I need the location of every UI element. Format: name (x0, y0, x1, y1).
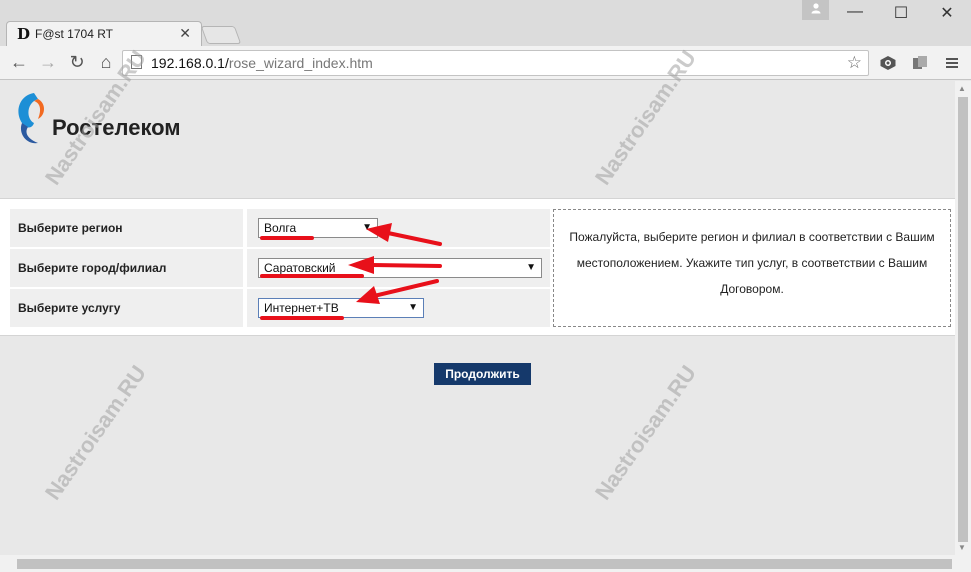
service-select-value: Интернет+ТВ (264, 301, 339, 315)
tab-close-icon[interactable]: ✕ (179, 25, 191, 42)
vertical-scrollbar[interactable]: ▲ ▼ (955, 81, 971, 555)
service-select[interactable]: Интернет+ТВ ▼ (258, 298, 424, 318)
back-arrow-icon[interactable]: ← (8, 52, 30, 73)
rostelecom-swirl-icon (18, 93, 44, 144)
region-select[interactable]: Волга ▼ (258, 218, 378, 238)
service-label: Выберите услугу (10, 289, 243, 327)
region-row: Выберите регион Волга ▼ (10, 209, 550, 247)
window-close-button[interactable]: ✕ (927, 3, 967, 23)
address-bar[interactable]: 192.168.0.1/rose_wizard_index.htm ☆ (122, 50, 869, 76)
tab-title: F@st 1704 RT (35, 27, 113, 41)
scroll-down-icon[interactable]: ▼ (958, 543, 966, 552)
service-row: Выберите услугу Интернет+ТВ ▼ (10, 289, 550, 327)
horizontal-scrollbar[interactable] (0, 555, 971, 572)
bookmark-star-icon[interactable]: ☆ (847, 53, 862, 73)
forward-arrow-icon[interactable]: → (37, 52, 59, 73)
scroll-up-icon[interactable]: ▲ (958, 84, 966, 93)
city-select[interactable]: Саратовский ▼ (258, 258, 542, 278)
city-label: Выберите город/филиал (10, 249, 243, 287)
extension-icon[interactable] (911, 55, 929, 71)
region-label: Выберите регион (10, 209, 243, 247)
region-select-value: Волга (264, 221, 297, 235)
menu-hamburger-icon[interactable] (943, 55, 961, 71)
reload-icon[interactable]: ↻ (66, 52, 88, 73)
dropdown-arrow-icon: ▼ (526, 262, 536, 273)
dropdown-arrow-icon: ▼ (362, 222, 372, 233)
new-tab-button[interactable] (200, 26, 242, 44)
url-host: 192.168.0.1/ (151, 55, 229, 71)
minimize-button[interactable]: — (835, 3, 875, 21)
dropdown-arrow-icon: ▼ (408, 302, 418, 313)
page-content: Ростелеком Выберите регион Волга ▼ Выбер… (0, 81, 955, 555)
vertical-scroll-thumb[interactable] (958, 97, 968, 542)
person-icon[interactable] (802, 0, 829, 20)
wizard-form-panel: Выберите регион Волга ▼ Выберите город/ф… (0, 198, 955, 336)
continue-button[interactable]: Продолжить (434, 363, 531, 385)
help-text-box: Пожалуйста, выберите регион и филиал в с… (553, 209, 951, 327)
browser-tab[interactable]: D F@st 1704 RT ✕ (6, 21, 202, 46)
maximize-button[interactable]: ☐ (881, 3, 921, 23)
url-path: rose_wizard_index.htm (228, 55, 373, 71)
horizontal-scroll-thumb[interactable] (17, 559, 952, 569)
city-select-value: Саратовский (264, 261, 336, 275)
dlink-favicon-icon: D (17, 25, 31, 43)
city-row: Выберите город/филиал Саратовский ▼ (10, 249, 550, 287)
browser-titlebar: D F@st 1704 RT ✕ — ☐ ✕ (0, 0, 971, 46)
eye-extension-icon[interactable] (879, 55, 897, 71)
